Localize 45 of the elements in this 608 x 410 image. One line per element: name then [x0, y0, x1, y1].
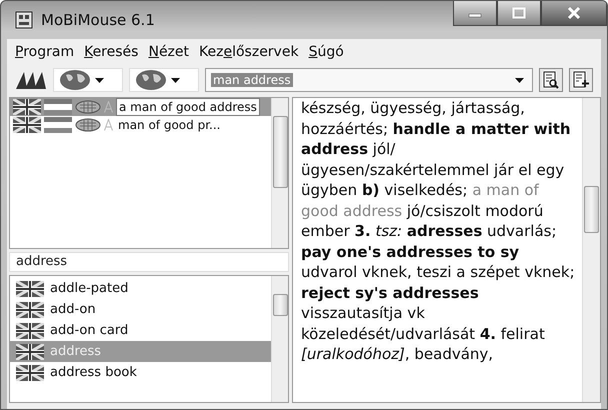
add-document-button[interactable]: [569, 68, 593, 92]
uk-flag-icon: [16, 302, 44, 318]
search-field[interactable]: man address: [205, 68, 533, 92]
book-icon: [75, 118, 101, 132]
book-icon: [75, 100, 101, 114]
language-dropdown[interactable]: [129, 68, 199, 92]
app-icon: [15, 11, 33, 29]
uk-flag-icon: [16, 364, 44, 380]
letter-icon: [104, 101, 113, 113]
window-title: MoBiMouse 6.1: [41, 11, 155, 29]
caret-icon: [171, 78, 180, 82]
tooltip: a man of good address: [116, 98, 260, 116]
striped-flag-icon: [44, 117, 72, 133]
menu-item[interactable]: Program: [15, 44, 74, 60]
uk-flag-icon: [16, 322, 44, 338]
caret-icon: [515, 78, 524, 82]
menu-item[interactable]: Kezelőszervek: [199, 44, 299, 60]
result-text: man of good pr...: [116, 118, 220, 132]
globe-icon: [59, 69, 91, 91]
word-list-item[interactable]: add-on: [10, 299, 271, 320]
word-search-field[interactable]: address: [9, 252, 289, 272]
result-row[interactable]: man of good pr...: [10, 116, 271, 134]
maximize-icon: [512, 7, 526, 19]
minimize-button[interactable]: [453, 1, 497, 26]
uk-flag-icon: [16, 344, 44, 360]
scrollbar[interactable]: [271, 276, 288, 402]
menu-item[interactable]: Keresés: [84, 44, 138, 60]
maximize-button[interactable]: [497, 1, 541, 26]
menu-item[interactable]: Súgó: [308, 44, 344, 60]
scrollbar[interactable]: [271, 98, 288, 248]
close-button[interactable]: [541, 1, 607, 26]
word-list-item[interactable]: address book: [10, 362, 271, 383]
word-list-item[interactable]: addle-pated: [10, 278, 271, 299]
result-row[interactable]: a man of good address: [10, 98, 271, 116]
search-document-button[interactable]: [539, 68, 563, 92]
globe-icon: [135, 69, 167, 91]
uk-flag-icon: [13, 117, 41, 133]
scrollbar[interactable]: [582, 98, 600, 402]
language-dropdown[interactable]: [53, 68, 123, 92]
uk-flag-icon: [16, 280, 44, 296]
menu-item[interactable]: Nézet: [148, 44, 190, 60]
letter-icon: [104, 119, 113, 131]
caret-icon: [95, 78, 104, 82]
close-icon: [566, 6, 582, 20]
dictionary-entry-text: készség, ügyesség, jártasság, hozzáértés; handle a matter with address jól/ügyesen/szakértelemmel jár el egy ügyben b) viselkedés; a man of good address jó/csiszolt modorú ember 3. tsz: adresses udvarlás; pay one's addresses to sy udvarol vknek, teszi a szépet vknek; reject sy's addresses visszautasítja vk közeledését/udvarlását 4. felirat [uralkodóhoz], beadvány,: [300, 98, 576, 365]
